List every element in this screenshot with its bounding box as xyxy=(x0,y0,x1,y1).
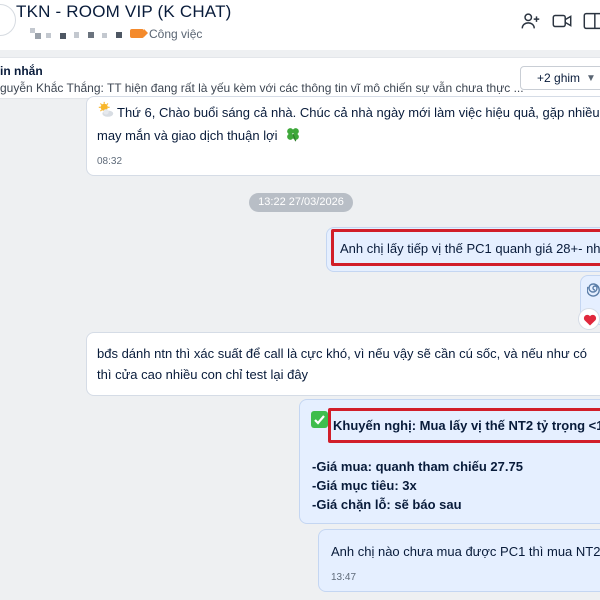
heart-icon xyxy=(583,313,597,332)
message-time: 08:32 xyxy=(97,156,123,167)
message-text: Anh chị nào chưa mua được PC1 thì mua NT… xyxy=(331,544,600,559)
check-icon xyxy=(311,411,328,428)
member-info-redacted xyxy=(30,28,125,40)
message-bubble[interactable]: Thứ 6, Chào buổi sáng cả nhà. Chúc cả nh… xyxy=(86,96,600,176)
date-divider: 13:22 27/03/2026 xyxy=(249,193,353,212)
pinned-message-bar[interactable]: in nhắn guyễn Khắc Thắng: TT hiện đang r… xyxy=(0,57,600,99)
pinned-preview[interactable]: guyễn Khắc Thắng: TT hiện đang rất là yế… xyxy=(0,81,524,95)
message-bubble[interactable]: Anh chị nào chưa mua được PC1 thì mua NT… xyxy=(318,529,600,592)
chevron-down-icon: ▼ xyxy=(586,72,596,84)
message-text: bđs dánh ntn thì xác suất để call là cực… xyxy=(97,346,588,361)
reaction-badge[interactable] xyxy=(578,308,600,330)
video-call-icon[interactable] xyxy=(551,10,573,32)
highlight-box xyxy=(328,408,600,443)
stop-loss: -Giá chặn lỗ: sẽ báo sau xyxy=(312,497,462,512)
chat-title[interactable]: TKN - ROOM VIP (K CHAT) xyxy=(16,2,232,22)
sidebar-toggle-icon[interactable] xyxy=(582,10,600,32)
group-tag-label[interactable]: Công việc xyxy=(149,27,202,41)
more-pins-label: +2 ghim xyxy=(537,71,581,85)
message-text: Thứ 6, Chào buổi sáng cả nhà. Chúc cả nh… xyxy=(117,105,600,120)
message-text: may mắn và giao dịch thuận lợi xyxy=(97,125,302,146)
swirl-icon xyxy=(586,282,600,298)
more-pins-button[interactable]: +2 ghim ▼ xyxy=(520,66,600,90)
message-time: 13:47 xyxy=(331,572,357,583)
message-bubble[interactable]: bđs dánh ntn thì xác suất để call là cực… xyxy=(86,332,600,396)
chat-header: TKN - ROOM VIP (K CHAT) Công việc xyxy=(0,0,600,50)
pinned-title: in nhắn xyxy=(0,64,43,78)
add-member-icon[interactable] xyxy=(520,10,542,32)
group-avatar[interactable] xyxy=(0,4,16,36)
tag-icon xyxy=(130,29,148,38)
message-text: thì cửa cao nhiều con chỉ test lại đây xyxy=(97,367,309,382)
clover-icon xyxy=(284,125,302,143)
sun-cloud-icon xyxy=(97,101,115,119)
highlight-box xyxy=(331,229,600,266)
buy-price: -Giá mua: quanh tham chiếu 27.75 xyxy=(312,459,523,474)
message-text-line: may mắn và giao dịch thuận lợi xyxy=(97,128,278,143)
target-price: -Giá mục tiêu: 3x xyxy=(312,478,417,493)
